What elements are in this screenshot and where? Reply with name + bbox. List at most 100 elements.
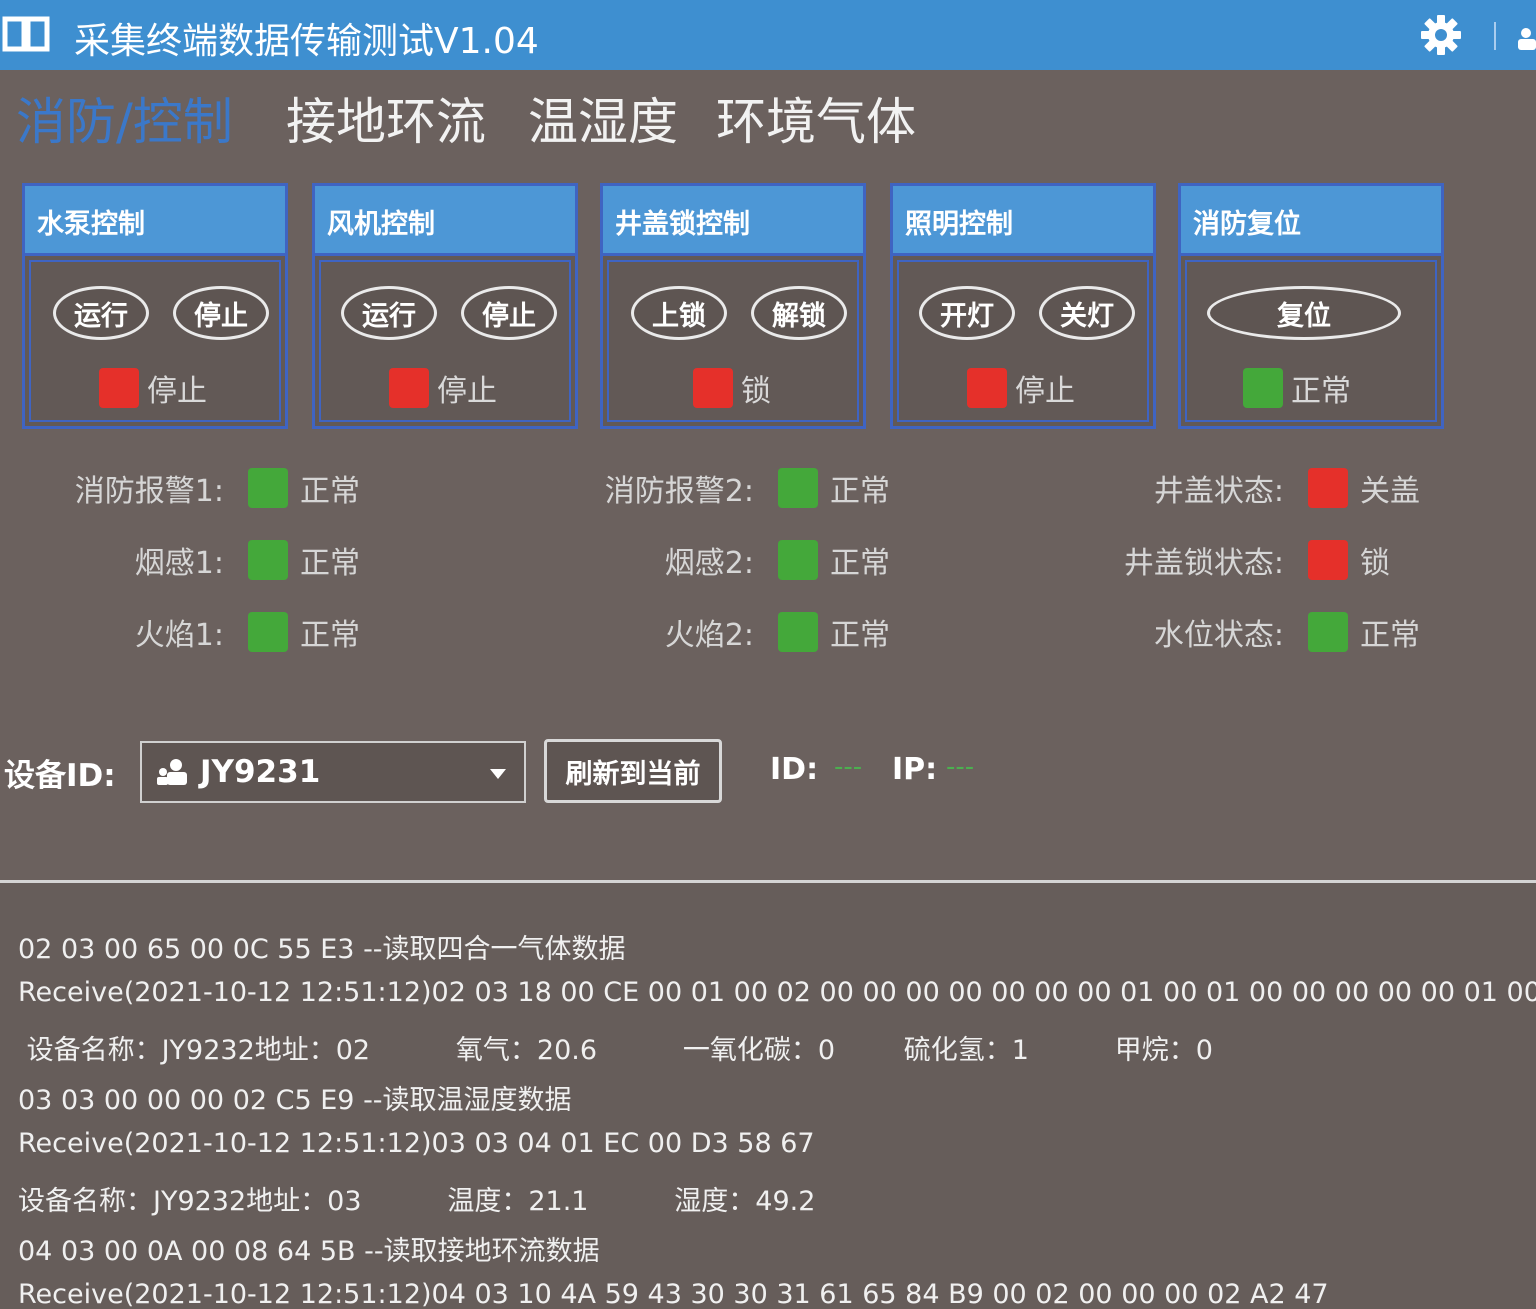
status-indicator <box>778 540 818 580</box>
unlock-button[interactable]: 解锁 <box>751 286 847 340</box>
status-flame-1: 火焰1: 正常 <box>20 610 360 654</box>
pump-run-button[interactable]: 运行 <box>53 286 149 340</box>
panel-title: 消防复位 <box>1181 186 1441 256</box>
device-id-label: 设备ID: <box>4 758 116 794</box>
status-indicator <box>99 368 139 408</box>
fan-stop-button[interactable]: 停止 <box>461 286 557 340</box>
status-indicator <box>248 468 288 508</box>
app-title: 采集终端数据传输测试V1.04 <box>74 21 539 62</box>
panel-title: 照明控制 <box>893 186 1153 256</box>
pump-status: 停止 <box>99 366 207 410</box>
status-water-level: 水位状态: 正常 <box>1064 610 1420 654</box>
fan-run-button[interactable]: 运行 <box>341 286 437 340</box>
log-line: 设备名称：JY9232地址：03 温度：21.1 湿度：49.2 <box>18 1186 816 1217</box>
tab-fire-control[interactable]: 消防/控制 <box>16 82 233 154</box>
id-value: --- <box>834 752 863 782</box>
status-indicator <box>1243 368 1283 408</box>
panel-body: 复位 正常 <box>1185 260 1437 422</box>
status-text: 停止 <box>147 374 207 409</box>
panel-body: 上锁 解锁 锁 <box>607 260 859 422</box>
panel-lighting-control: 照明控制 开灯 关灯 停止 <box>890 183 1156 429</box>
status-value: 正常 <box>830 618 890 653</box>
status-text: 停止 <box>437 374 497 409</box>
status-text: 锁 <box>741 374 771 409</box>
title-bar: 采集终端数据传输测试V1.04 <box>0 0 1536 70</box>
status-text: 正常 <box>1291 374 1351 409</box>
tab-temp-humidity[interactable]: 温湿度 <box>528 82 678 154</box>
light-off-button[interactable]: 关灯 <box>1039 286 1135 340</box>
status-value: 正常 <box>300 618 360 653</box>
status-label: 烟感1: <box>134 546 224 581</box>
users-icon <box>157 759 187 785</box>
status-label: 火焰1: <box>134 618 224 653</box>
ip-value: --- <box>946 752 975 782</box>
status-fire-alarm-1: 消防报警1: 正常 <box>20 466 360 510</box>
status-value: 关盖 <box>1360 474 1420 509</box>
panel-fan-control: 风机控制 运行 停止 停止 <box>312 183 578 429</box>
user-icon[interactable] <box>1512 26 1536 50</box>
log-line: 设备名称：JY9232地址：02 氧气：20.6 一氧化碳：0 硫化氢：1 甲烷… <box>18 1035 1213 1066</box>
status-text: 停止 <box>1015 374 1075 409</box>
gear-icon[interactable] <box>1420 14 1462 56</box>
panel-title: 井盖锁控制 <box>603 186 863 256</box>
status-manhole: 井盖状态: 关盖 <box>1064 466 1420 510</box>
ip-label: IP: <box>892 752 938 787</box>
status-indicator <box>389 368 429 408</box>
chevron-down-icon[interactable] <box>490 769 506 779</box>
panel-body: 运行 停止 停止 <box>29 260 281 422</box>
status-value: 正常 <box>300 474 360 509</box>
panel-title: 水泵控制 <box>25 186 285 256</box>
status-label: 井盖状态: <box>1153 474 1284 509</box>
status-indicator <box>778 468 818 508</box>
book-icon <box>2 16 50 52</box>
device-id-select[interactable]: JY9231 <box>140 741 526 803</box>
status-value: 正常 <box>830 546 890 581</box>
status-indicator <box>1308 468 1348 508</box>
status-indicator <box>248 540 288 580</box>
lock-status: 锁 <box>693 366 771 410</box>
status-smoke-2: 烟感2: 正常 <box>550 538 890 582</box>
status-fire-alarm-2: 消防报警2: 正常 <box>550 466 890 510</box>
status-indicator <box>693 368 733 408</box>
status-value: 锁 <box>1360 546 1390 581</box>
tab-env-gas[interactable]: 环境气体 <box>716 82 916 154</box>
log-console[interactable]: 02 03 00 65 00 0C 55 E3 --读取四合一气体数据 Rece… <box>0 880 1536 1309</box>
status-label: 烟感2: <box>664 546 754 581</box>
device-id-value: JY9231 <box>200 754 321 790</box>
status-indicator <box>248 612 288 652</box>
panel-body: 开灯 关灯 停止 <box>897 260 1149 422</box>
status-label: 消防报警1: <box>74 474 224 509</box>
status-manhole-lock: 井盖锁状态: 锁 <box>1064 538 1390 582</box>
status-label: 消防报警2: <box>604 474 754 509</box>
status-smoke-1: 烟感1: 正常 <box>20 538 360 582</box>
light-on-button[interactable]: 开灯 <box>919 286 1015 340</box>
refresh-button[interactable]: 刷新到当前 <box>544 739 722 803</box>
status-label: 水位状态: <box>1153 618 1284 653</box>
status-value: 正常 <box>1360 618 1420 653</box>
status-indicator <box>1308 612 1348 652</box>
status-label: 井盖锁状态: <box>1123 546 1284 581</box>
log-line: 03 03 00 00 00 02 C5 E9 --读取温湿度数据 <box>18 1085 572 1116</box>
status-value: 正常 <box>300 546 360 581</box>
log-line: Receive(2021-10-12 12:51:12)02 03 18 00 … <box>18 977 1536 1008</box>
lighting-status: 停止 <box>967 366 1075 410</box>
panel-pump-control: 水泵控制 运行 停止 停止 <box>22 183 288 429</box>
panel-manhole-lock-control: 井盖锁控制 上锁 解锁 锁 <box>600 183 866 429</box>
status-value: 正常 <box>830 474 890 509</box>
fan-status: 停止 <box>389 366 497 410</box>
reset-button[interactable]: 复位 <box>1207 286 1401 340</box>
tab-ground-current[interactable]: 接地环流 <box>286 82 486 154</box>
log-line: Receive(2021-10-12 12:51:12)03 03 04 01 … <box>18 1128 815 1159</box>
log-line: 02 03 00 65 00 0C 55 E3 --读取四合一气体数据 <box>18 934 626 965</box>
title-separator <box>1494 22 1496 50</box>
id-label: ID: <box>770 752 819 787</box>
status-indicator <box>967 368 1007 408</box>
log-line: 04 03 00 0A 00 08 64 5B --读取接地环流数据 <box>18 1236 600 1267</box>
pump-stop-button[interactable]: 停止 <box>173 286 269 340</box>
panel-fire-reset: 消防复位 复位 正常 <box>1178 183 1444 429</box>
panel-title: 风机控制 <box>315 186 575 256</box>
status-indicator <box>1308 540 1348 580</box>
lock-button[interactable]: 上锁 <box>631 286 727 340</box>
panel-body: 运行 停止 停止 <box>319 260 571 422</box>
log-line: Receive(2021-10-12 12:51:12)04 03 10 4A … <box>18 1279 1329 1309</box>
